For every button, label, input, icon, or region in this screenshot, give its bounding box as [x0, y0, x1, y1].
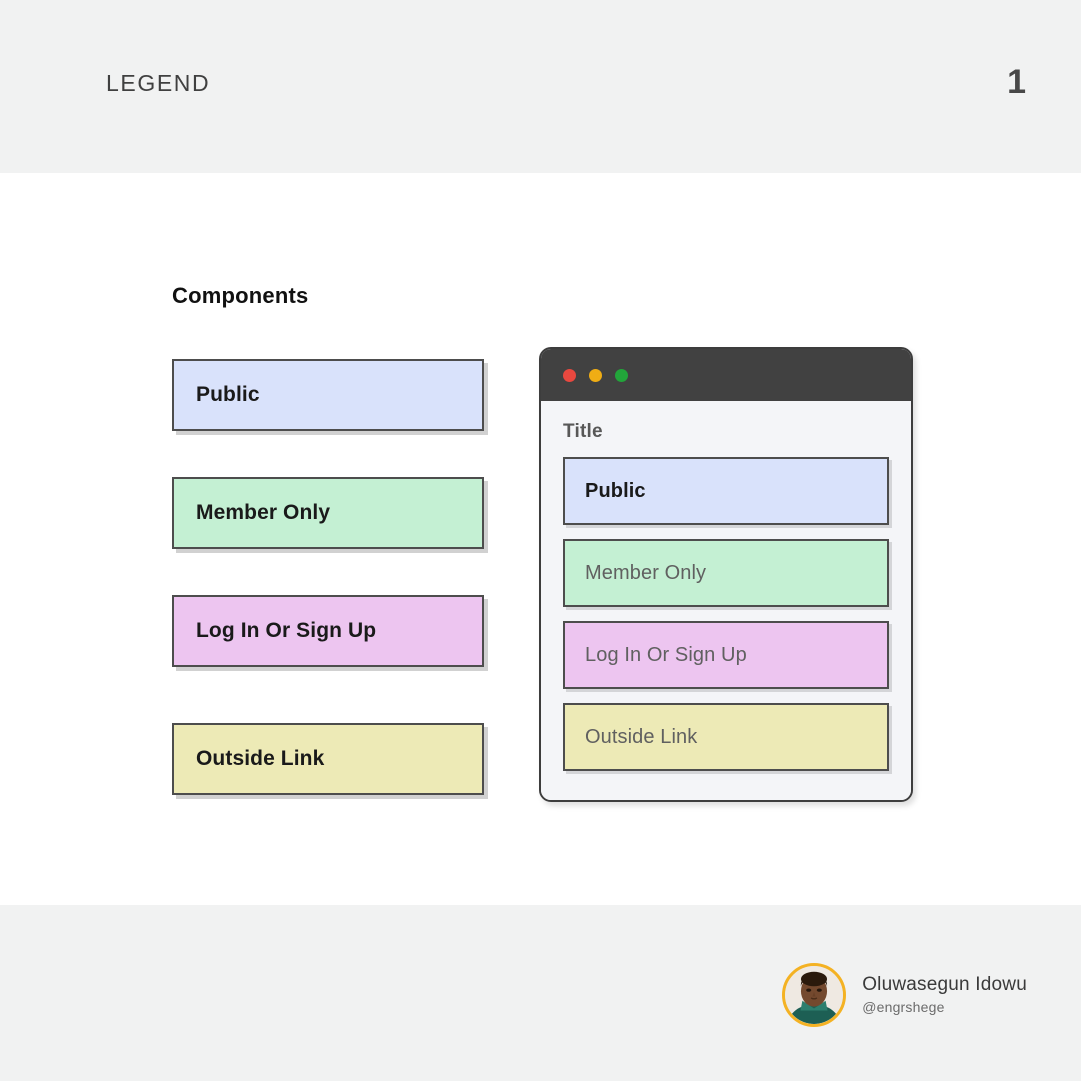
- minimize-icon[interactable]: [589, 368, 602, 382]
- browser-item-label: Public: [585, 479, 646, 502]
- browser-item-label: Log In Or Sign Up: [585, 643, 747, 666]
- slide-content-panel: Components Public Member Only Log In Or …: [0, 173, 1081, 905]
- legend-item-public[interactable]: Public: [172, 359, 484, 431]
- maximize-icon[interactable]: [615, 368, 628, 382]
- close-icon[interactable]: [563, 368, 576, 382]
- legend-item-outside-link[interactable]: Outside Link: [172, 723, 484, 795]
- section-heading: Components: [172, 283, 309, 308]
- browser-titlebar: [541, 349, 911, 401]
- slide-header: LEGEND 1: [0, 0, 1081, 173]
- browser-item-public[interactable]: Public: [563, 457, 889, 525]
- page-number: 1: [1007, 63, 1026, 101]
- legend-item-member-only[interactable]: Member Only: [172, 477, 484, 549]
- browser-window-mockup: Title Public Member Only Log In Or Sign …: [539, 347, 913, 802]
- avatar: [782, 963, 847, 1027]
- author-credit: Oluwasegun Idowu @engrshege: [782, 963, 1027, 1027]
- legend-item-label: Public: [196, 383, 260, 406]
- browser-item-member-only[interactable]: Member Only: [563, 539, 889, 607]
- browser-content-title: Title: [563, 421, 603, 442]
- legend-item-log-in-or-sign-up[interactable]: Log In Or Sign Up: [172, 595, 484, 667]
- legend-list: Public Member Only Log In Or Sign Up Out…: [172, 359, 484, 795]
- author-text: Oluwasegun Idowu @engrshege: [862, 973, 1027, 1017]
- browser-item-log-in-or-sign-up[interactable]: Log In Or Sign Up: [563, 621, 889, 689]
- legend-item-label: Outside Link: [196, 747, 325, 770]
- browser-item-outside-link[interactable]: Outside Link: [563, 703, 889, 771]
- legend-item-label: Member Only: [196, 501, 331, 524]
- browser-item-label: Outside Link: [585, 725, 698, 748]
- browser-content-area: Title Public Member Only Log In Or Sign …: [541, 401, 911, 800]
- browser-item-label: Member Only: [585, 561, 707, 584]
- header-title: LEGEND: [106, 70, 211, 96]
- avatar-portrait-icon: [785, 966, 844, 1024]
- slide-footer: Oluwasegun Idowu @engrshege: [0, 905, 1081, 1081]
- legend-item-label: Log In Or Sign Up: [196, 619, 377, 642]
- author-name: Oluwasegun Idowu: [862, 974, 1027, 996]
- author-handle: @engrshege: [862, 998, 945, 1015]
